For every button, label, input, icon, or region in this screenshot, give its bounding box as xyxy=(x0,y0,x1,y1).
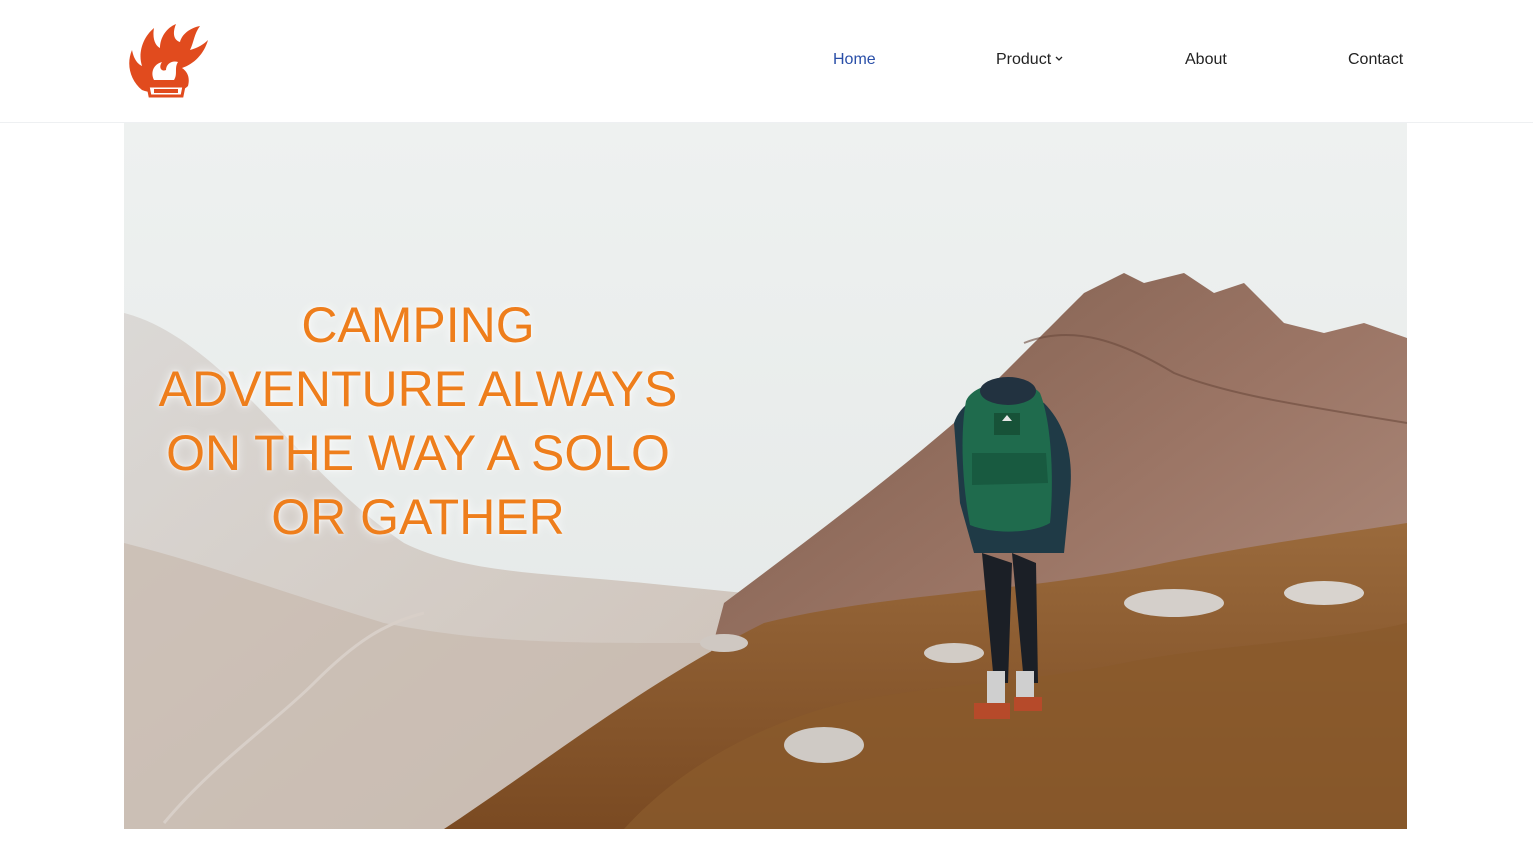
nav-contact-label: Contact xyxy=(1348,51,1404,68)
flame-logo-icon[interactable] xyxy=(124,20,210,100)
nav-product-label: Product xyxy=(996,51,1052,69)
nav-contact[interactable]: Contact xyxy=(1348,50,1403,70)
nav-home[interactable]: Home xyxy=(833,50,876,70)
chevron-down-icon xyxy=(1055,48,1063,68)
nav-about[interactable]: About xyxy=(1185,50,1227,70)
nav-home-label: Home xyxy=(833,51,876,68)
hero-title: CAMPING ADVENTURE ALWAYS ON THE WAY A SO… xyxy=(158,297,678,545)
nav-about-label: About xyxy=(1185,51,1227,68)
site-header: Home Product About Contact xyxy=(0,0,1533,123)
hero-banner: CAMPING ADVENTURE ALWAYS ON THE WAY A SO… xyxy=(124,123,1407,829)
nav-product[interactable]: Product xyxy=(996,50,1063,70)
